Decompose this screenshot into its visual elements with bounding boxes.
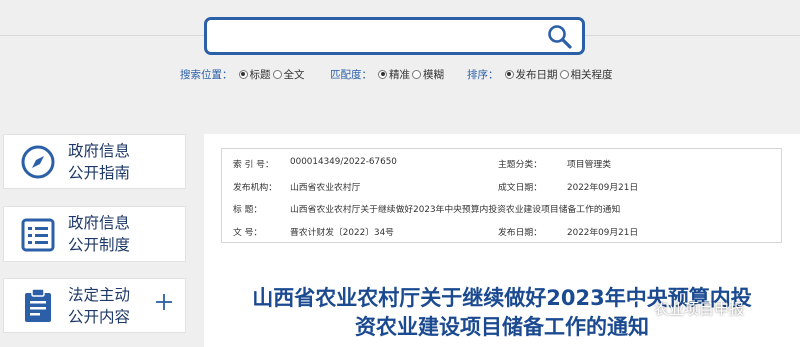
search-input[interactable] (215, 24, 535, 48)
title-label: 标 题： (233, 205, 263, 215)
watermark: 农业项目申报 (630, 296, 744, 320)
index-value: 000014349/2022-67650 (290, 157, 397, 167)
radio-selected-icon (378, 69, 387, 79)
header-divider-right (585, 35, 800, 36)
sidebar-item-label: 法定主动 公开内容 (68, 286, 131, 326)
sort-date-radio[interactable]: 发布日期 (504, 67, 558, 82)
search-scope-options: 搜索位置： 标题 全文 (180, 66, 307, 82)
pub-date-label: 发布日期： (498, 228, 542, 238)
compass-icon (21, 145, 55, 179)
index-label: 索 引 号： (233, 160, 274, 170)
made-date-label: 成文日期： (498, 183, 542, 193)
org-label: 发布机构： (233, 183, 277, 193)
watermark-text: 农业项目申报 (654, 299, 745, 318)
match-label: 匹配度： (330, 68, 372, 81)
document-meta-table: 索 引 号： 000014349/2022-67650 主题分类： 项目管理类 … (221, 148, 782, 243)
scope-title-radio[interactable]: 标题 (238, 67, 271, 82)
made-date-value: 2022年09月21日 (567, 183, 639, 193)
radio-icon (559, 69, 569, 79)
radio-icon (272, 69, 282, 79)
meta-row: 文 号： 晋农计财发〔2022〕34号 发布日期： 2022年09月21日 (222, 219, 781, 241)
radio-selected-icon (238, 69, 248, 79)
header-divider-left (0, 35, 204, 36)
docno-label: 文 号： (233, 228, 263, 238)
pub-date-value: 2022年09月21日 (567, 228, 639, 238)
sidebar-item-label: 政府信息 公开指南 (68, 142, 131, 182)
title-value: 山西省农业农村厅关于继续做好2023年中央预算内投资农业建设项目储备工作的通知 (290, 205, 621, 215)
search-scope-label: 搜索位置： (180, 68, 233, 81)
plus-icon[interactable] (155, 293, 173, 311)
meta-row: 索 引 号： 000014349/2022-67650 主题分类： 项目管理类 (222, 151, 781, 173)
sidebar-item-system[interactable]: 政府信息 公开制度 (3, 206, 186, 262)
sort-relevance-radio[interactable]: 相关程度 (559, 67, 613, 82)
docno-value: 晋农计财发〔2022〕34号 (290, 228, 394, 238)
scope-fulltext-radio[interactable]: 全文 (272, 67, 305, 82)
search-button[interactable] (546, 23, 574, 51)
wechat-icon (630, 299, 650, 316)
meta-row: 发布机构： 山西省农业农村厅 成文日期： 2022年09月21日 (222, 174, 781, 196)
topic-label: 主题分类： (498, 160, 542, 170)
sidebar-item-active-disclosure[interactable]: 法定主动 公开内容 (3, 278, 186, 333)
org-value: 山西省农业农村厅 (290, 183, 361, 193)
match-fuzzy-radio[interactable]: 模糊 (412, 67, 444, 82)
sort-options: 排序： 发布日期 相关程度 (467, 66, 615, 82)
meta-row: 标 题： 山西省农业农村厅关于继续做好2023年中央预算内投资农业建设项目储备工… (222, 196, 781, 218)
match-options: 匹配度： 精准 模糊 (330, 66, 446, 82)
radio-icon (412, 69, 421, 79)
sort-label: 排序： (467, 68, 499, 81)
search-icon (548, 25, 572, 49)
clipboard-icon (25, 288, 51, 322)
sidebar-item-label: 政府信息 公开制度 (68, 214, 131, 254)
radio-selected-icon (504, 69, 514, 79)
search-box (204, 17, 585, 55)
match-exact-radio[interactable]: 精准 (378, 67, 410, 82)
topic-value: 项目管理类 (567, 160, 611, 170)
list-icon (21, 218, 55, 252)
sidebar-item-guide[interactable]: 政府信息 公开指南 (3, 134, 186, 189)
